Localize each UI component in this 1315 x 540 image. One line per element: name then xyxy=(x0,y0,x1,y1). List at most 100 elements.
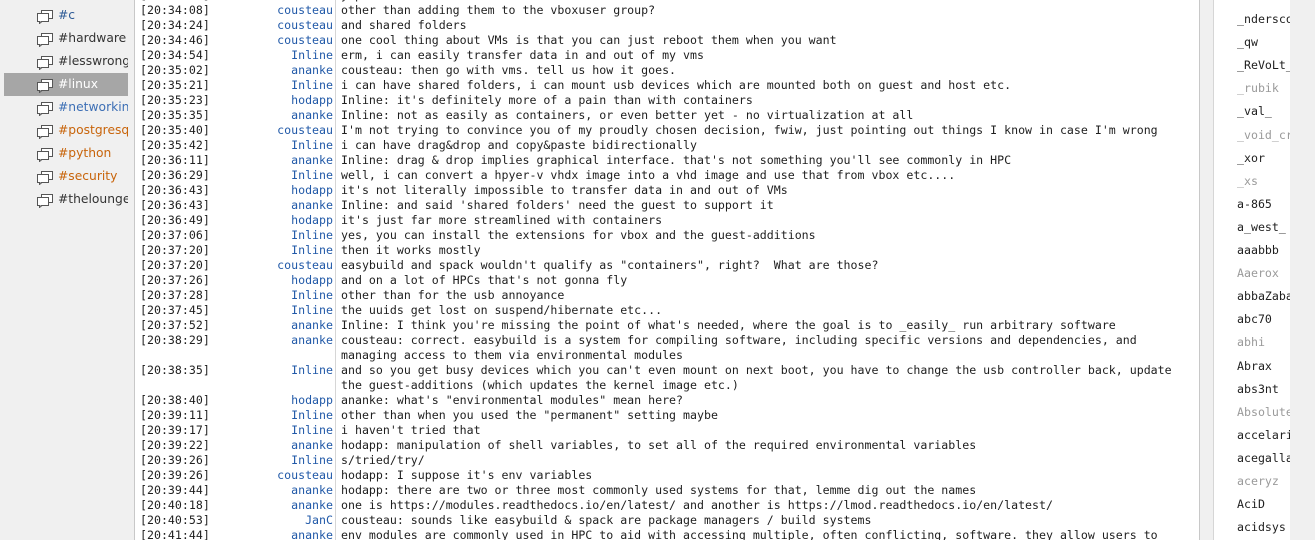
channel-item[interactable]: #security xyxy=(4,165,128,188)
message-text: one cool thing about VMs is that you can… xyxy=(341,33,837,47)
message-nick[interactable]: Inline xyxy=(255,78,333,93)
message-text: well, i can convert a hpyer-v vhdx image… xyxy=(341,168,956,182)
message-row: [20:36:49] hodapp it's just far more strea… xyxy=(135,213,1199,228)
message-nick[interactable]: Inline xyxy=(255,408,333,423)
message-nick[interactable]: hodapp xyxy=(255,213,333,228)
user-list-item[interactable]: _rubik xyxy=(1237,81,1279,95)
channel-item[interactable]: #hardware xyxy=(4,27,128,50)
message-row: [20:37:26] hodapp and on a lot of HPCs tha… xyxy=(135,273,1199,288)
message-nick[interactable]: Inline xyxy=(255,363,333,378)
message-nick[interactable]: hodapp xyxy=(255,273,333,288)
user-list-item[interactable]: acegalla xyxy=(1237,451,1290,465)
message-nick[interactable]: hodapp xyxy=(255,93,333,108)
message-nick[interactable]: ananke xyxy=(255,198,333,213)
message-row: [20:37:45] Inline the uuids get lost on su… xyxy=(135,303,1199,318)
user-list-item[interactable]: _qw xyxy=(1237,35,1258,49)
message-nick[interactable]: hodapp xyxy=(255,183,333,198)
message-timestamp: [20:37:52] xyxy=(140,318,210,332)
message-nick[interactable]: Inline xyxy=(255,168,333,183)
message-nick[interactable]: JanC xyxy=(255,513,333,528)
message-nick[interactable]: Inline xyxy=(255,453,333,468)
message-text: s/tried/try/ xyxy=(341,453,425,467)
user-list-item[interactable]: a-865 xyxy=(1237,197,1272,211)
user-list-item[interactable]: aaabbb xyxy=(1237,243,1279,257)
message-nick[interactable]: cousteau xyxy=(255,123,333,138)
user-list-item[interactable]: accelari xyxy=(1237,428,1290,442)
message-row: [20:38:29] ananke cousteau: correct. easyb… xyxy=(135,333,1199,363)
user-list-item[interactable]: aceryz xyxy=(1237,474,1279,488)
channel-name: #linux xyxy=(58,77,99,91)
message-nick[interactable]: cousteau xyxy=(255,33,333,48)
message-text: other than when you used the "permanent"… xyxy=(341,408,718,422)
user-list-item[interactable]: _val_ xyxy=(1237,104,1272,118)
user-list-item[interactable]: _void_cr xyxy=(1237,128,1290,142)
user-list-item[interactable]: Abrax xyxy=(1237,359,1272,373)
channel-item[interactable]: #lesswrong xyxy=(4,50,128,73)
message-nick[interactable]: ananke xyxy=(255,483,333,498)
message-timestamp: [20:38:35] xyxy=(140,363,210,377)
message-nick[interactable]: ananke xyxy=(255,108,333,123)
user-list-item[interactable]: _xs xyxy=(1237,174,1258,188)
message-row: [20:35:21] Inline i can have shared folder… xyxy=(135,78,1199,93)
message-nick[interactable]: Inline xyxy=(255,303,333,318)
message-nick[interactable]: ananke xyxy=(255,318,333,333)
user-list[interactable]: _ndersco _qw _ReVoLt_ _rubik _val_ _void_cr _x… xyxy=(1213,0,1291,540)
message-nick[interactable]: Inline xyxy=(255,228,333,243)
message-nick[interactable]: ananke xyxy=(255,63,333,78)
user-list-item[interactable]: abs3nt xyxy=(1237,382,1279,396)
user-list-item[interactable]: abbaZaba xyxy=(1237,289,1290,303)
message-row: [20:36:43] ananke Inline: and said 'shared… xyxy=(135,198,1199,213)
message-row: [20:35:40] cousteau I'm not trying to conv… xyxy=(135,123,1199,138)
message-text: and shared folders xyxy=(341,18,467,32)
channel-item[interactable]: #python xyxy=(4,142,128,165)
message-nick[interactable]: cousteau xyxy=(255,18,333,33)
chat-bubble-icon xyxy=(37,193,53,209)
message-row: [20:35:42] Inline i can have drag&drop and… xyxy=(135,138,1199,153)
message-nick[interactable]: Inline xyxy=(255,423,333,438)
channel-item[interactable]: #linux xyxy=(4,73,128,96)
message-row: [20:36:43] hodapp it's not literally impos… xyxy=(135,183,1199,198)
user-list-item[interactable]: _xor xyxy=(1237,151,1265,165)
message-nick[interactable]: cousteau xyxy=(255,258,333,273)
message-timestamp: [20:38:29] xyxy=(140,333,210,347)
user-list-item[interactable]: _ndersco xyxy=(1237,12,1290,26)
message-nick[interactable]: cousteau xyxy=(255,468,333,483)
message-log[interactable]: [20:33:52]Inlineyep[20:34:08]cousteauoth… xyxy=(134,0,1200,540)
user-list-item[interactable]: abhi xyxy=(1237,335,1265,349)
user-list-item[interactable]: Aaerox xyxy=(1237,266,1279,280)
user-list-item[interactable]: abc70 xyxy=(1237,312,1272,326)
message-nick[interactable]: ananke xyxy=(255,153,333,168)
user-list-item[interactable]: acidsys xyxy=(1237,520,1286,534)
message-text: Inline: it's definitely more of a pain t… xyxy=(341,93,753,107)
user-list-item[interactable]: AciD xyxy=(1237,497,1265,511)
message-text: Inline: not as easily as containers, or … xyxy=(341,108,914,122)
message-timestamp: [20:34:08] xyxy=(140,3,210,17)
message-text: env modules are commonly used in HPC to … xyxy=(341,528,1158,540)
message-nick[interactable]: Inline xyxy=(255,243,333,258)
message-timestamp: [20:40:18] xyxy=(140,498,210,512)
message-row: [20:39:11] Inline other than when you used… xyxy=(135,408,1199,423)
message-text: cousteau: sounds like easybuild & spack … xyxy=(341,513,872,527)
message-row: [20:34:08] cousteau other than adding them… xyxy=(135,3,1199,18)
message-timestamp: [20:34:24] xyxy=(140,18,210,32)
message-timestamp: [20:40:53] xyxy=(140,513,210,527)
message-nick[interactable]: ananke xyxy=(255,498,333,513)
channel-item[interactable]: #networking xyxy=(4,96,128,119)
message-row: [20:37:20] Inline then it works mostly xyxy=(135,243,1199,258)
channel-item[interactable]: #thelounge xyxy=(4,188,128,211)
message-nick[interactable]: Inline xyxy=(255,48,333,63)
user-list-item[interactable]: Absolute xyxy=(1237,405,1290,419)
message-nick[interactable]: Inline xyxy=(255,288,333,303)
message-nick[interactable]: cousteau xyxy=(255,3,333,18)
channel-item[interactable]: #postgresql xyxy=(4,119,128,142)
message-row: [20:40:53] JanC cousteau: sounds like easy… xyxy=(135,513,1199,528)
channel-item[interactable]: #c xyxy=(4,4,128,27)
user-list-item[interactable]: a_west_ xyxy=(1237,220,1286,234)
message-nick[interactable]: hodapp xyxy=(255,393,333,408)
message-nick[interactable]: ananke xyxy=(255,333,333,348)
message-nick[interactable]: Inline xyxy=(255,138,333,153)
message-nick[interactable]: ananke xyxy=(255,528,333,540)
message-nick[interactable]: ananke xyxy=(255,438,333,453)
chat-bubble-icon xyxy=(37,55,53,71)
user-list-item[interactable]: _ReVoLt_ xyxy=(1237,58,1290,72)
